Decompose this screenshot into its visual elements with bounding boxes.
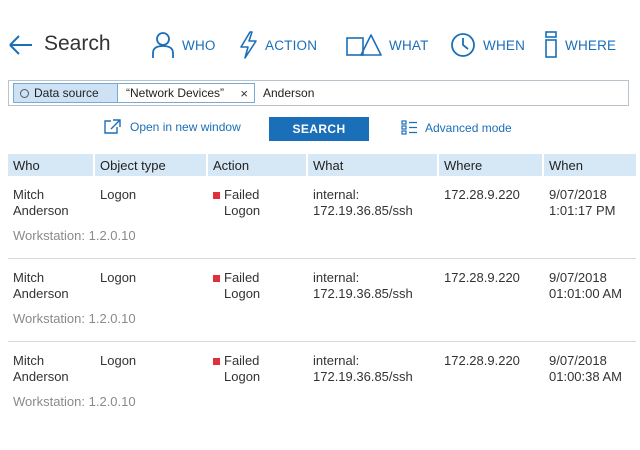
table-row[interactable]: Mitch Anderson Logon Failed Logon internal…	[8, 342, 636, 385]
server-icon	[545, 31, 557, 58]
failed-status-icon	[213, 275, 220, 282]
clock-icon	[451, 33, 475, 57]
object-type-cell: Logon	[100, 353, 137, 368]
table-row-detail: Workstation: 1.2.0.10	[8, 385, 636, 424]
filter-value-chip[interactable]: “Network Devices” ×	[118, 83, 255, 103]
remove-filter-icon[interactable]: ×	[240, 86, 248, 101]
table-row-detail: Workstation: 1.2.0.10	[8, 302, 636, 342]
nav-who-label: WHO	[182, 37, 216, 53]
action-cell: Failed Logon	[208, 176, 308, 219]
who-cell: Mitch Anderson	[13, 270, 69, 301]
when-cell: 9/07/2018 1:01:17 PM	[549, 187, 616, 218]
person-icon	[152, 32, 174, 58]
filter-value-label: “Network Devices”	[126, 86, 225, 100]
advanced-mode-link[interactable]: Advanced mode	[401, 120, 512, 135]
nav-where[interactable]: WHERE	[544, 30, 616, 60]
where-cell: 172.28.9.220	[444, 270, 520, 285]
who-cell: Mitch Anderson	[13, 353, 69, 384]
workstation-detail: Workstation: 1.2.0.10	[13, 394, 136, 409]
nav-what[interactable]: WHAT	[346, 30, 429, 60]
who-cell: Mitch Anderson	[13, 187, 69, 218]
nav-when[interactable]: WHEN	[450, 30, 525, 60]
nav-when-label: WHEN	[483, 37, 526, 53]
where-cell: 172.28.9.220	[444, 187, 520, 202]
column-header-who[interactable]: Who	[8, 154, 95, 176]
failed-status-icon	[213, 192, 220, 199]
data-source-filter-chip[interactable]: Data source	[13, 83, 118, 103]
external-link-icon	[104, 119, 121, 134]
what-cell: internal: 172.19.36.85/ssh	[313, 353, 413, 384]
where-cell: 172.28.9.220	[444, 353, 520, 368]
column-header-when[interactable]: When	[544, 154, 636, 176]
nav-what-label: WHAT	[389, 37, 429, 53]
open-in-new-window-label: Open in new window	[130, 119, 241, 134]
table-row-detail: Workstation: 1.2.0.10	[8, 219, 636, 259]
workstation-detail: Workstation: 1.2.0.10	[8, 219, 636, 259]
list-icon	[401, 120, 417, 135]
when-cell: 9/07/2018 01:00:38 AM	[549, 353, 622, 384]
lightning-icon	[240, 31, 257, 59]
filter-key-label: Data source	[34, 86, 99, 100]
workstation-detail: Workstation: 1.2.0.10	[8, 302, 636, 342]
top-bar: Search WHO ACTION WHAT WHEN WHERE	[0, 0, 640, 80]
what-cell: internal: 172.19.36.85/ssh	[313, 187, 413, 218]
nav-action-label: ACTION	[265, 37, 318, 53]
search-input[interactable]: Data source “Network Devices” × Anderson	[8, 80, 629, 106]
nav-who[interactable]: WHO	[151, 30, 216, 60]
advanced-mode-label: Advanced mode	[425, 120, 512, 135]
page-title: Search	[44, 32, 111, 55]
shapes-icon	[346, 34, 382, 56]
table-row[interactable]: Mitch Anderson Logon Failed Logon internal…	[8, 176, 636, 219]
object-type-cell: Logon	[100, 187, 137, 202]
what-cell: internal: 172.19.36.85/ssh	[313, 270, 413, 301]
results-table: Who Object type Action What Where When M…	[8, 154, 636, 424]
object-type-cell: Logon	[100, 270, 137, 285]
column-header-where[interactable]: Where	[439, 154, 544, 176]
action-cell: Failed Logon	[208, 342, 308, 385]
column-header-what[interactable]: What	[308, 154, 439, 176]
open-in-new-window-link[interactable]: Open in new window	[104, 119, 241, 134]
nav-action[interactable]: ACTION	[238, 30, 317, 60]
action-cell: Failed Logon	[208, 259, 308, 302]
radio-circle-icon	[20, 88, 29, 98]
nav-where-label: WHERE	[565, 37, 617, 53]
search-query-text[interactable]: Anderson	[263, 86, 314, 100]
column-header-object-type[interactable]: Object type	[95, 154, 208, 176]
column-header-action[interactable]: Action	[208, 154, 308, 176]
failed-status-icon	[213, 358, 220, 365]
table-header-row: Who Object type Action What Where When	[8, 154, 636, 176]
table-row[interactable]: Mitch Anderson Logon Failed Logon internal…	[8, 259, 636, 302]
when-cell: 9/07/2018 01:01:00 AM	[549, 270, 622, 301]
back-arrow-icon[interactable]	[8, 34, 34, 56]
search-button[interactable]: SEARCH	[269, 117, 369, 141]
